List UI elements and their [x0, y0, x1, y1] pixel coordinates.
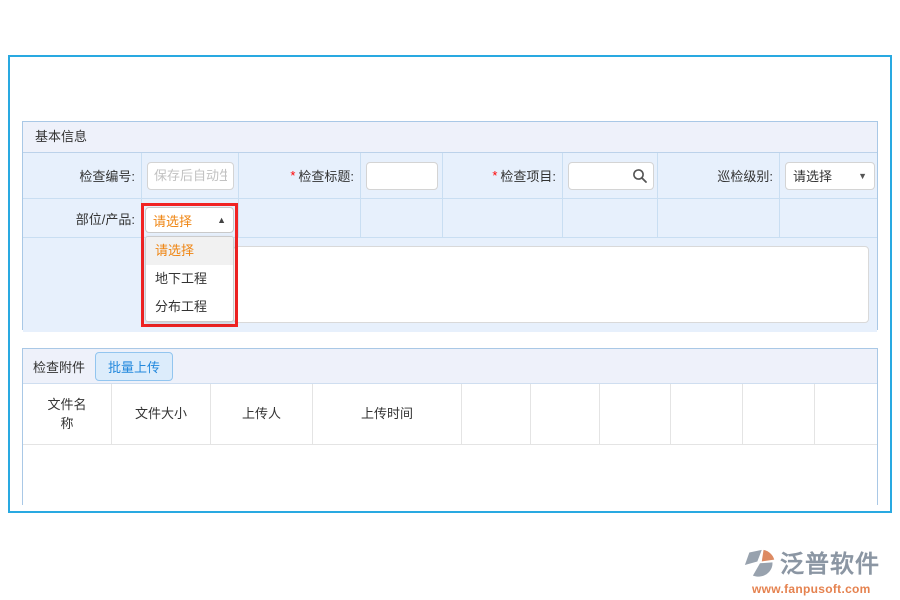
patrol-level-cell: 请选择 ▼	[780, 153, 877, 198]
search-icon[interactable]	[632, 168, 648, 184]
inspection-title-label: * 检查标题:	[239, 153, 361, 198]
part-product-select[interactable]: 请选择 ▲	[145, 207, 234, 233]
col-empty	[600, 384, 671, 444]
brand-row: 泛普软件	[742, 549, 880, 581]
inspection-title-cell	[361, 153, 443, 198]
col-uploader: 上传人	[211, 384, 313, 444]
empty-cell	[563, 199, 658, 237]
inspection-project-cell	[563, 153, 658, 198]
inspection-title-label-text: 检查标题:	[298, 166, 354, 185]
attachments-title: 检查附件	[33, 357, 85, 376]
inspection-no-label-text: 检查编号:	[79, 166, 135, 185]
patrol-level-label: 巡检级别:	[658, 153, 780, 198]
part-product-label: 部位/产品:	[23, 199, 142, 237]
brand-watermark: 泛普软件 www.fanpusoft.com	[742, 549, 880, 596]
batch-upload-button[interactable]: 批量上传	[95, 352, 173, 381]
inspection-project-label-text: 检查项目:	[500, 166, 556, 185]
attachments-table-header: 文件名称 文件大小 上传人 上传时间	[23, 384, 877, 445]
inspection-result-textarea[interactable]	[233, 246, 869, 323]
inspection-no-input[interactable]	[147, 162, 234, 190]
col-empty	[671, 384, 743, 444]
dropdown-option[interactable]: 请选择	[146, 237, 233, 265]
section-basic-info-title: 基本信息	[23, 122, 877, 153]
empty-cell	[361, 199, 443, 237]
form-row-1: 检查编号: * 检查标题: * 检查项目: 巡检级别:	[23, 153, 877, 199]
part-product-option-list: 请选择 地下工程 分布工程	[145, 236, 234, 322]
patrol-level-value: 请选择	[793, 166, 832, 185]
brand-website: www.fanpusoft.com	[752, 582, 880, 596]
col-empty	[462, 384, 531, 444]
col-empty	[531, 384, 600, 444]
empty-cell	[443, 199, 563, 237]
required-asterisk: *	[492, 168, 497, 183]
required-asterisk: *	[290, 168, 295, 183]
inspection-no-cell	[142, 153, 239, 198]
section-attachments: 检查附件 批量上传 文件名称 文件大小 上传人 上传时间	[22, 348, 878, 505]
empty-cell	[658, 199, 780, 237]
fanpu-logo-icon	[742, 549, 778, 581]
chevron-up-icon: ▲	[217, 215, 226, 225]
part-product-label-text: 部位/产品:	[76, 209, 135, 228]
inspection-no-label: 检查编号:	[23, 153, 142, 198]
inspection-title-input[interactable]	[366, 162, 438, 190]
empty-cell	[780, 199, 877, 237]
patrol-level-label-text: 巡检级别:	[717, 166, 773, 185]
dropdown-option[interactable]: 地下工程	[146, 265, 233, 293]
inspection-project-input-wrap	[568, 162, 654, 190]
col-file-size: 文件大小	[112, 384, 211, 444]
col-empty	[815, 384, 877, 444]
chevron-down-icon: ▼	[858, 171, 867, 181]
patrol-level-select[interactable]: 请选择 ▼	[785, 162, 875, 190]
col-upload-time: 上传时间	[313, 384, 462, 444]
brand-name: 泛普软件	[780, 553, 880, 577]
attachments-table-body-empty	[23, 445, 877, 506]
col-file-name: 文件名称	[23, 384, 112, 444]
part-product-highlight-box: 请选择 ▲ 请选择 地下工程 分布工程	[141, 203, 238, 327]
col-empty	[743, 384, 815, 444]
part-product-value: 请选择	[153, 211, 192, 230]
inspection-result-cell	[233, 238, 877, 332]
inspection-project-label: * 检查项目:	[443, 153, 563, 198]
attachments-header: 检查附件 批量上传	[23, 349, 877, 384]
empty-cell	[239, 199, 361, 237]
dropdown-option[interactable]: 分布工程	[146, 293, 233, 321]
